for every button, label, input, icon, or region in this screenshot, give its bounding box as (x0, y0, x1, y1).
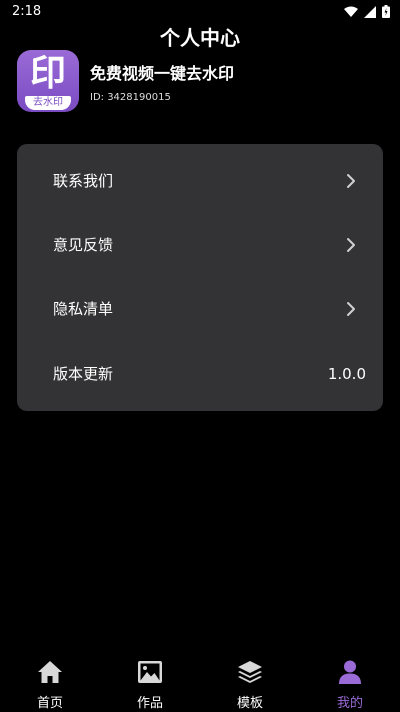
logo-char: 印 (29, 53, 66, 94)
menu-item-label: 隐私清单 (53, 300, 114, 318)
home-icon (38, 661, 62, 683)
menu-item-contact-us[interactable]: 联系我们 (17, 149, 383, 213)
page-title: 个人中心 (160, 26, 240, 50)
wifi-icon (344, 6, 358, 17)
logo-subtitle: 去水印 (25, 96, 71, 110)
chevron-right-icon (347, 302, 355, 316)
app-name: 免费视频一键去水印 (90, 64, 235, 83)
menu-card: 联系我们 意见反馈 隐私清单 版本更新 1.0.0 (17, 144, 383, 411)
menu-item-feedback[interactable]: 意见反馈 (17, 213, 383, 277)
status-bar: 2:18 (0, 0, 400, 24)
user-id: ID: 3428190015 (90, 92, 171, 103)
layers-icon (238, 661, 262, 683)
nav-label: 模板 (236, 696, 263, 711)
menu-item-label: 版本更新 (53, 365, 114, 383)
menu-item-privacy-list[interactable]: 隐私清单 (17, 277, 383, 341)
app-logo: 印 去水印 (17, 50, 79, 112)
nav-label: 首页 (36, 696, 63, 711)
nav-label: 作品 (136, 696, 163, 711)
nav-item-works[interactable]: 作品 (100, 656, 200, 712)
bottom-nav: 首页 作品 模板 我的 (0, 656, 400, 712)
nav-item-mine[interactable]: 我的 (300, 656, 400, 712)
status-time: 2:18 (12, 4, 42, 19)
menu-item-label: 联系我们 (53, 172, 114, 190)
status-icons (344, 5, 390, 18)
battery-icon (382, 5, 390, 18)
menu-item-version-update[interactable]: 版本更新 1.0.0 (17, 342, 383, 406)
version-value: 1.0.0 (327, 365, 366, 383)
nav-label: 我的 (336, 696, 363, 711)
image-icon (138, 661, 162, 683)
nav-item-templates[interactable]: 模板 (200, 656, 300, 712)
signal-icon (364, 5, 376, 18)
nav-item-home[interactable]: 首页 (0, 656, 100, 712)
chevron-right-icon (347, 238, 355, 252)
menu-item-label: 意见反馈 (53, 236, 114, 254)
chevron-right-icon (347, 174, 355, 188)
user-icon (339, 660, 361, 684)
